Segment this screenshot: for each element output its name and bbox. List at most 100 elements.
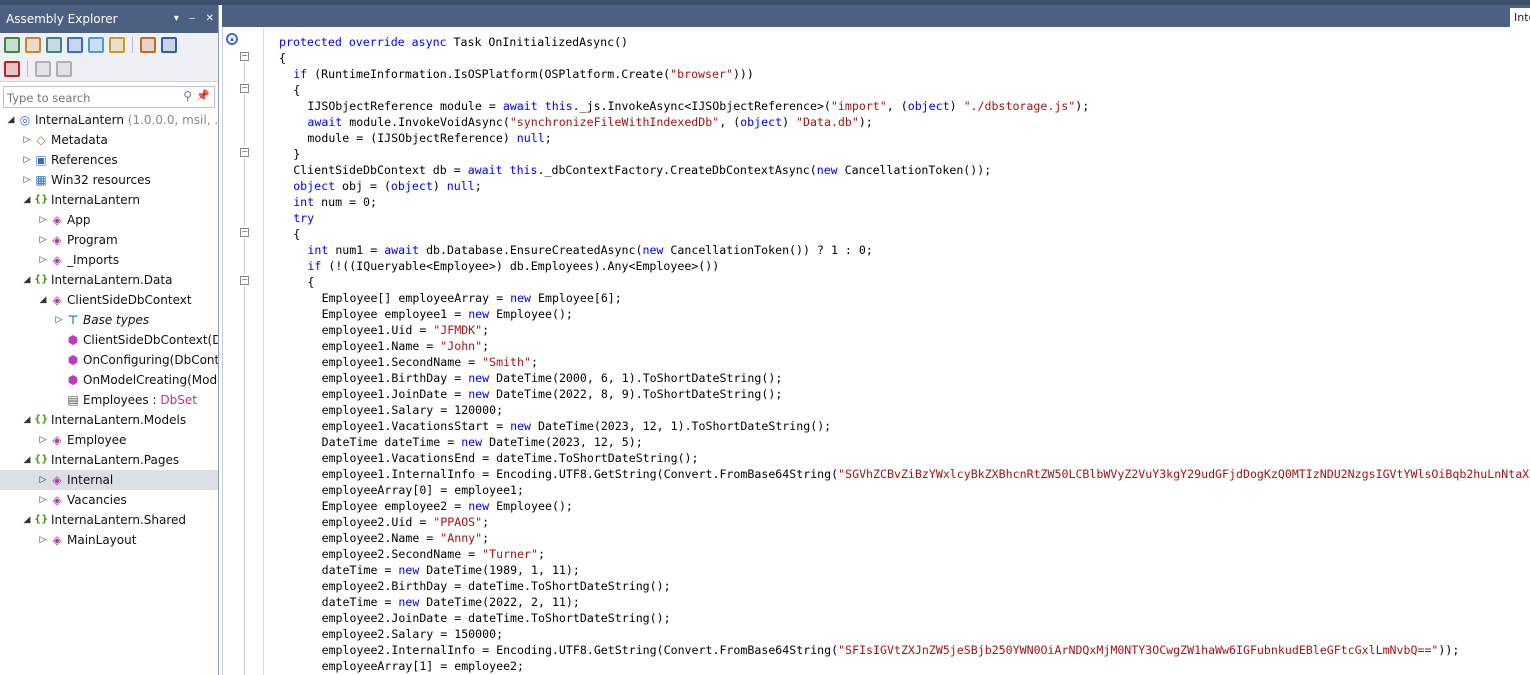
panel-menu-icon[interactable]: ▾ bbox=[174, 13, 179, 24]
expand-arrow-icon[interactable]: ▷ bbox=[22, 170, 32, 190]
tree-item[interactable]: ◢◎ InternaLantern (1.0.0.0, msil, .NETCor… bbox=[0, 110, 218, 130]
tree-item[interactable]: ▷ ◈ _Imports bbox=[0, 250, 218, 270]
code-token: } bbox=[293, 147, 301, 161]
tree-item[interactable]: ▷ ◈ Vacancies bbox=[0, 490, 218, 510]
namespace-icon: {} bbox=[34, 514, 49, 525]
code-token: employee2.JoinDate = dateTime.ToShortDat… bbox=[321, 611, 671, 625]
add-reference-icon[interactable] bbox=[46, 37, 62, 53]
tree-item[interactable]: ◢{} InternaLantern.Data bbox=[0, 270, 218, 290]
expand-arrow-icon[interactable]: ▷ bbox=[38, 490, 48, 510]
code-token: num1 = bbox=[328, 243, 385, 257]
code-token: ClientSideDbContext db = bbox=[293, 163, 468, 177]
code-token: { bbox=[293, 227, 301, 241]
collapse-icon[interactable] bbox=[56, 61, 72, 77]
tree-item-label: InternaLantern.Models bbox=[51, 410, 186, 430]
tree-item-text: References bbox=[51, 153, 118, 167]
clear-icon[interactable] bbox=[35, 61, 51, 77]
tree-item-text: Internal bbox=[67, 473, 114, 487]
hierarchy-icon[interactable] bbox=[88, 37, 104, 53]
tree-item-label: OnConfiguring(DbContextOptionsBuilder) bbox=[83, 350, 218, 370]
expand-arrow-icon[interactable]: ▷ bbox=[54, 310, 64, 330]
tree-item-label: Base types bbox=[83, 310, 149, 330]
code-text[interactable]: protected override async Task OnInitiali… bbox=[279, 34, 1530, 674]
search-input[interactable] bbox=[4, 88, 179, 108]
panel-title: Assembly Explorer bbox=[6, 12, 118, 26]
code-editor[interactable]: ▴ − − − − − protected override async Tas… bbox=[222, 27, 1530, 675]
tree-item[interactable]: ⬢ OnConfiguring(DbContextOptionsBuilder) bbox=[0, 350, 218, 370]
tab-internal[interactable]: Internal bbox=[1510, 8, 1530, 27]
tree-item[interactable]: ◢{} InternaLantern.Pages bbox=[0, 450, 218, 470]
tree-item[interactable]: ▷ ◈ App bbox=[0, 210, 218, 230]
tree-item-text: OnModelCreating(ModelBuilder) bbox=[83, 373, 218, 387]
search-icon[interactable]: ⚲ bbox=[183, 89, 192, 103]
expand-arrow-icon[interactable]: ▷ bbox=[22, 150, 32, 170]
editor-gutter: ▴ − − − − − bbox=[223, 27, 264, 675]
tree-item[interactable]: ▷ ◇ Metadata bbox=[0, 130, 218, 150]
save-icon[interactable] bbox=[161, 37, 177, 53]
code-token: Employee[] employeeArray = bbox=[321, 291, 511, 305]
keyword-token: new bbox=[398, 595, 420, 609]
fold-toggle-icon[interactable]: − bbox=[240, 148, 249, 157]
tree-item-label: Employee bbox=[67, 430, 126, 450]
tree-item-text: InternaLantern.Data bbox=[51, 273, 173, 287]
expand-arrow-icon[interactable]: ▷ bbox=[22, 130, 32, 150]
open-assembly-icon[interactable] bbox=[4, 37, 20, 53]
pin-icon[interactable]: 📌 bbox=[196, 89, 210, 102]
panel-pin-icon[interactable]: ‒ bbox=[189, 13, 195, 24]
expand-arrow-icon[interactable]: ▷ bbox=[38, 430, 48, 450]
collapse-arrow-icon[interactable]: ◢ bbox=[22, 510, 32, 530]
expand-arrow-icon[interactable]: ▷ bbox=[38, 530, 48, 550]
tree-item-label: Win32 resources bbox=[51, 170, 151, 190]
tree-item[interactable]: ▷ ▦ Win32 resources bbox=[0, 170, 218, 190]
fold-toggle-icon[interactable]: − bbox=[240, 228, 249, 237]
namespace-icon: {} bbox=[34, 454, 49, 465]
tree-item-text: Win32 resources bbox=[51, 173, 151, 187]
tree-item[interactable]: ▷ ◈ Program bbox=[0, 230, 218, 250]
collapse-arrow-icon[interactable]: ◢ bbox=[22, 270, 32, 290]
expand-arrow-icon[interactable]: ▷ bbox=[38, 250, 48, 270]
tree-item-label: InternaLantern.Pages bbox=[51, 450, 179, 470]
tree-item-label: ClientSideDbContext(DbContextOptions<Cli… bbox=[83, 330, 218, 350]
tree-item[interactable]: ▷ ▣ References bbox=[0, 150, 218, 170]
code-line: employee2.SecondName = "Turner"; bbox=[279, 546, 1530, 562]
code-token: , ( bbox=[886, 99, 908, 113]
tree-item[interactable]: ▷ ◈ Internal bbox=[0, 470, 218, 490]
remove-assembly-icon[interactable] bbox=[4, 61, 20, 77]
expand-arrow-icon[interactable]: ▷ bbox=[38, 470, 48, 490]
open-folder-icon[interactable] bbox=[25, 37, 41, 53]
collapse-arrow-icon[interactable]: ◢ bbox=[22, 450, 32, 470]
code-token: Employee employee1 = bbox=[321, 307, 469, 321]
tree-item[interactable]: ⬢ OnModelCreating(ModelBuilder) bbox=[0, 370, 218, 390]
tree-item[interactable]: ▷ ◈ Employee bbox=[0, 430, 218, 450]
tree-item[interactable]: ◢{} InternaLantern bbox=[0, 190, 218, 210]
collapse-arrow-icon[interactable]: ◢ bbox=[22, 410, 32, 430]
collapse-arrow-icon[interactable]: ◢ bbox=[6, 110, 16, 130]
tree-item[interactable]: ◢{} InternaLantern.Shared bbox=[0, 510, 218, 530]
tree-item[interactable]: ▤ Employees : DbSet bbox=[0, 390, 218, 410]
code-token: employee1.VacationsEnd = dateTime.ToShor… bbox=[321, 451, 699, 465]
export-project-icon[interactable] bbox=[140, 37, 156, 53]
fold-toggle-icon[interactable]: − bbox=[240, 276, 249, 285]
fold-toggle-icon[interactable]: − bbox=[240, 84, 249, 93]
tree-item[interactable]: ◢{} InternaLantern.Models bbox=[0, 410, 218, 430]
tree-item[interactable]: ⬢ ClientSideDbContext(DbContextOptions<Cl… bbox=[0, 330, 218, 350]
tree-item[interactable]: ▷ ◈ MainLayout bbox=[0, 530, 218, 550]
override-method-icon[interactable]: ▴ bbox=[226, 33, 238, 45]
code-token: Employee[6]; bbox=[531, 291, 622, 305]
tree-item-text: Employees : bbox=[83, 393, 161, 407]
search-key-icon[interactable] bbox=[109, 37, 125, 53]
tree-item-text: ClientSideDbContext bbox=[67, 293, 192, 307]
string-token: "SFIsIGVtZXJnZW5jeSBjb250YWN0OiArNDQxMjM… bbox=[838, 643, 1439, 657]
keyword-token: if bbox=[293, 67, 308, 81]
collapse-arrow-icon[interactable]: ◢ bbox=[38, 290, 48, 310]
code-token: employee2.InternalInfo = Encoding.UTF8.G… bbox=[321, 643, 839, 657]
tree-item[interactable]: ▷ ⊤ Base types bbox=[0, 310, 218, 330]
expand-arrow-icon[interactable]: ▷ bbox=[38, 210, 48, 230]
collapse-arrow-icon[interactable]: ◢ bbox=[22, 190, 32, 210]
fold-toggle-icon[interactable]: − bbox=[240, 52, 249, 61]
expand-arrow-icon[interactable]: ▷ bbox=[38, 230, 48, 250]
panel-close-icon[interactable]: ✕ bbox=[206, 13, 214, 24]
code-line: IJSObjectReference module = await this._… bbox=[279, 98, 1530, 114]
refresh-icon[interactable] bbox=[67, 37, 83, 53]
tree-item[interactable]: ◢ ◈ ClientSideDbContext bbox=[0, 290, 218, 310]
